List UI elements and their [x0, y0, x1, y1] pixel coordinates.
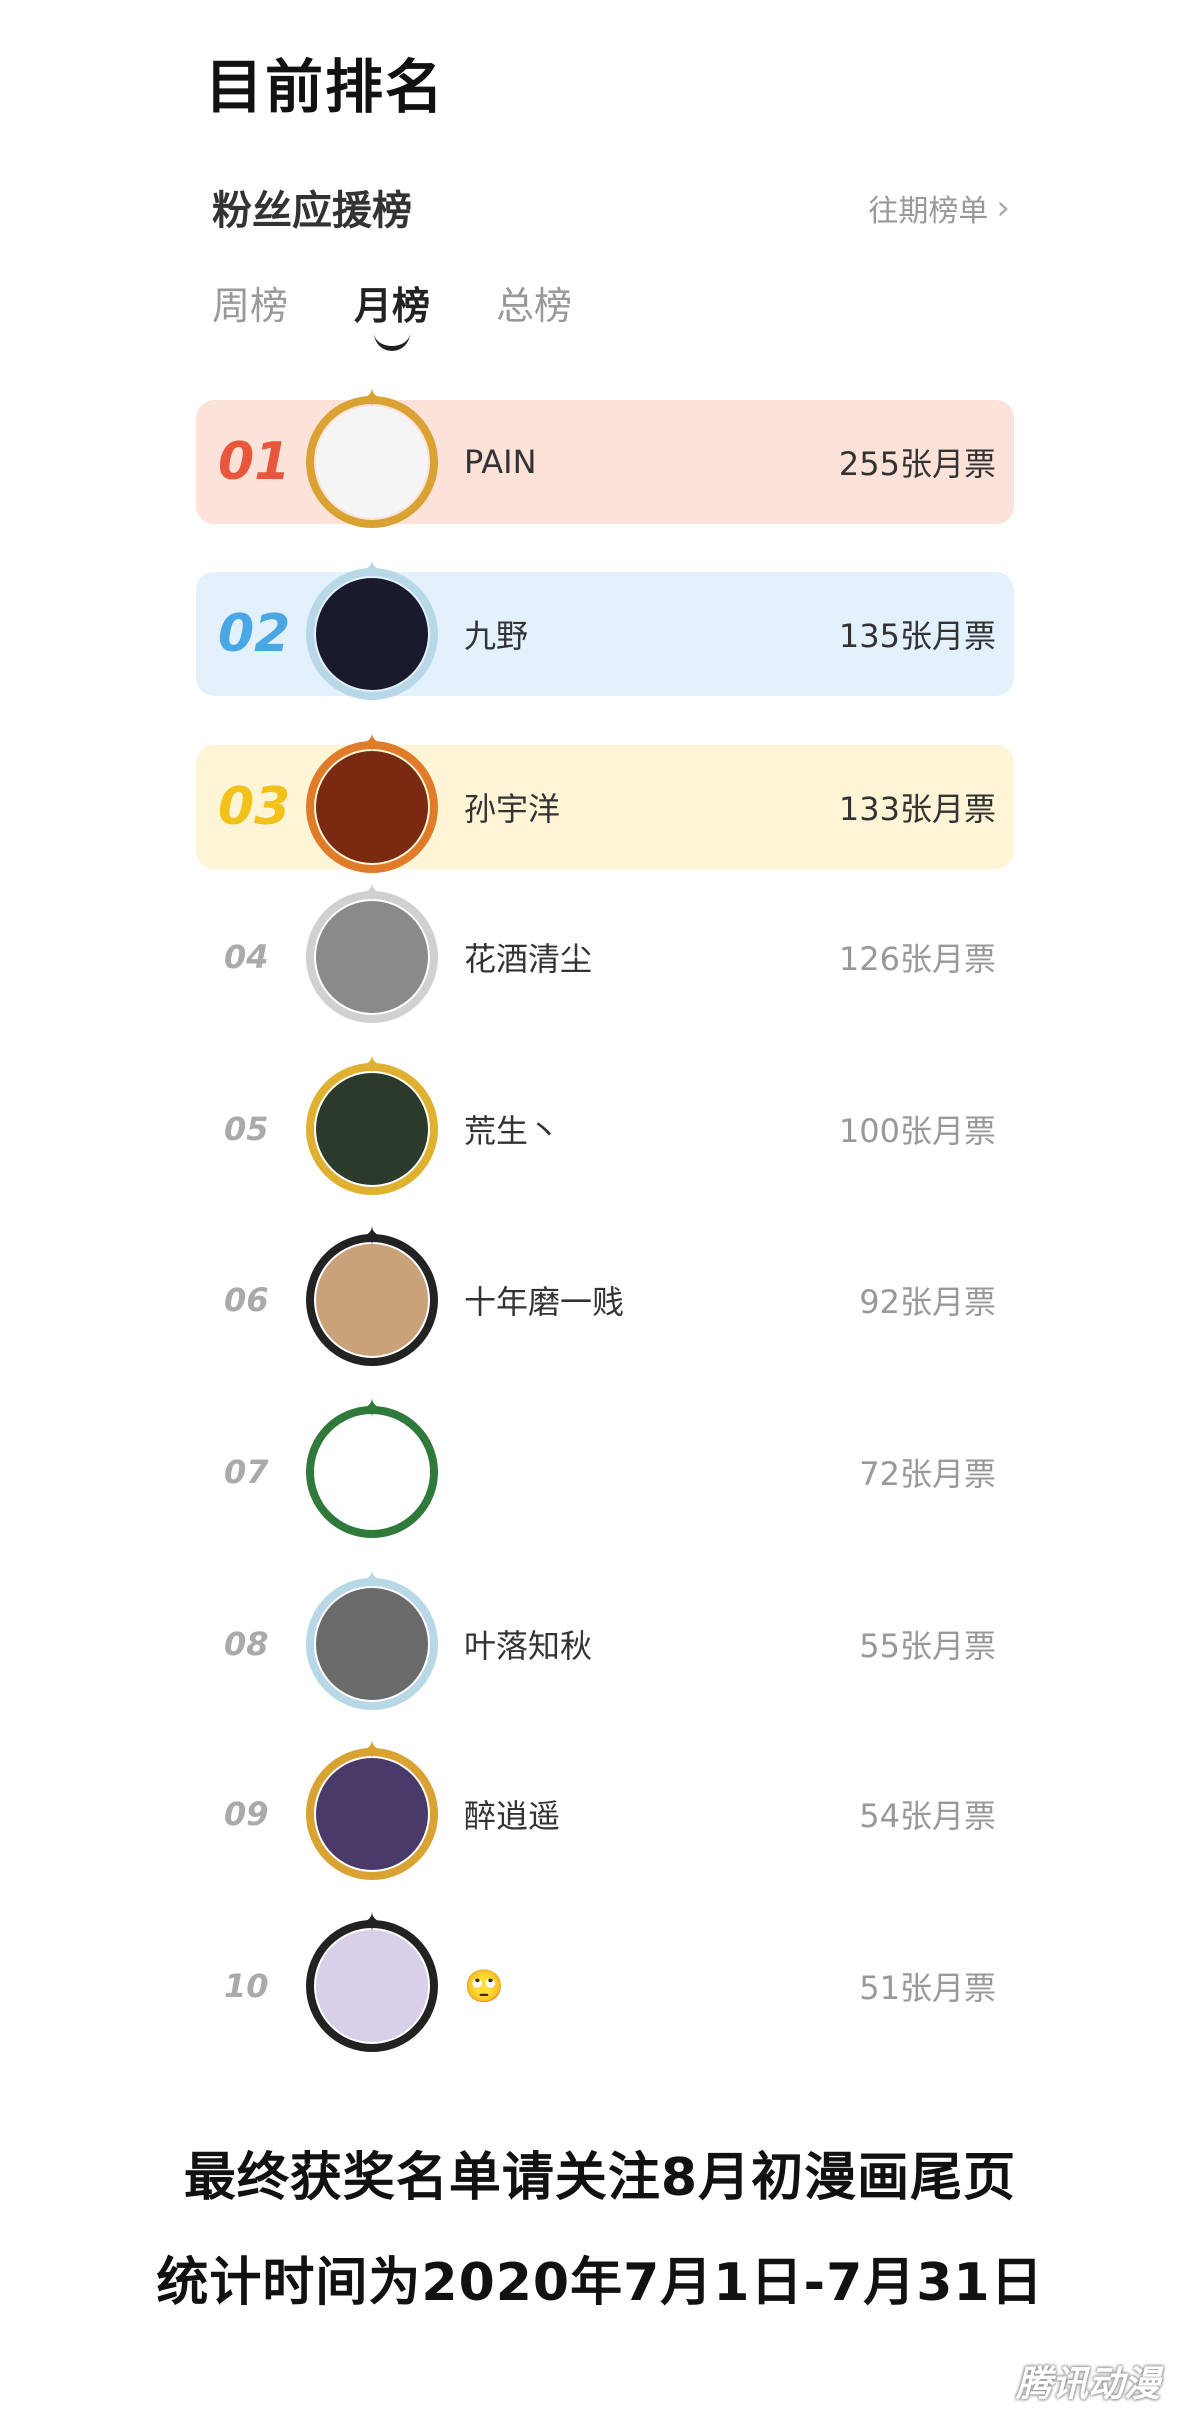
avatar-frame	[306, 1920, 438, 2052]
rank-number: 09	[224, 1795, 269, 1833]
avatar[interactable]: ✦	[306, 384, 438, 528]
footer-line-1: 最终获奖名单请关注8月初漫画尾页	[183, 2148, 1017, 2208]
ranking-row[interactable]: 07 ✦ 72张月票	[196, 1394, 1014, 1538]
vote-count: 133张月票	[838, 790, 996, 828]
avatar[interactable]: ✦	[306, 1222, 438, 1366]
ranking-row[interactable]: 10 ✦ 🙄 51张月票	[196, 1908, 1014, 2052]
vote-count: 54张月票	[859, 1797, 996, 1835]
rank-number: 10	[224, 1967, 269, 2005]
rank-number: 07	[224, 1453, 269, 1491]
history-link-label: 往期榜单	[868, 194, 989, 229]
avatar[interactable]: ✦	[306, 556, 438, 700]
ranking-row[interactable]: 02 ✦ 九野 135张月票	[196, 556, 1014, 700]
avatar-frame	[306, 741, 438, 873]
footer-line-2: 统计时间为2020年7月1日-7月31日	[156, 2253, 1044, 2313]
vote-count: 92张月票	[859, 1283, 996, 1321]
avatar[interactable]: ✦	[306, 1736, 438, 1880]
watermark-logo: 腾讯动漫	[1015, 2364, 1160, 2405]
ranking-row[interactable]: 04 ✦ 花酒清尘 126张月票	[196, 879, 1014, 1023]
rank-number: 02	[218, 604, 291, 664]
ranking-row[interactable]: 01 ✦ PAIN 255张月票	[196, 384, 1014, 528]
vote-count: 55张月票	[859, 1627, 996, 1665]
ranking-row[interactable]: 08 ✦ 叶落知秋 55张月票	[196, 1566, 1014, 1710]
rank-number: 08	[224, 1625, 269, 1663]
star-icon: ✦	[361, 879, 383, 909]
fan-name: 九野	[464, 617, 529, 655]
page-heading: 目前排名	[205, 53, 446, 121]
star-icon: ✦	[361, 556, 383, 586]
avatar[interactable]: ✦	[306, 1394, 438, 1538]
fan-name: 孙宇洋	[464, 790, 561, 828]
board-title: 粉丝应援榜	[212, 188, 412, 234]
star-icon: ✦	[361, 1394, 383, 1424]
avatar-frame	[306, 891, 438, 1023]
fan-name: 醉逍遥	[464, 1797, 561, 1835]
avatar-frame	[306, 568, 438, 700]
ranking-row[interactable]: 05 ✦ 荒生丶 100张月票	[196, 1051, 1014, 1195]
star-icon: ✦	[361, 1908, 383, 1938]
vote-count: 126张月票	[838, 940, 996, 978]
tab-weekly[interactable]: 周榜	[212, 275, 288, 330]
avatar-frame	[306, 1406, 438, 1538]
avatar[interactable]: ✦	[306, 879, 438, 1023]
fan-name: PAIN	[464, 443, 537, 481]
avatar-frame	[306, 1748, 438, 1880]
avatar[interactable]: ✦	[306, 1051, 438, 1195]
star-icon: ✦	[361, 1222, 383, 1252]
ranking-row[interactable]: 06 ✦ 十年磨一贱 92张月票	[196, 1222, 1014, 1366]
fan-name: 花酒清尘	[464, 940, 593, 978]
fan-name: 荒生丶	[464, 1112, 561, 1150]
tab-monthly[interactable]: 月榜	[354, 275, 430, 351]
fan-name: 叶落知秋	[464, 1627, 593, 1665]
rank-number: 01	[218, 432, 291, 492]
avatar-frame	[306, 396, 438, 528]
fan-name: 十年磨一贱	[464, 1283, 625, 1321]
star-icon: ✦	[361, 729, 383, 759]
chevron-right-icon: ›	[996, 188, 1010, 228]
avatar-frame	[306, 1234, 438, 1366]
rank-number: 04	[224, 938, 269, 976]
vote-count: 255张月票	[838, 445, 996, 483]
ranking-row[interactable]: 09 ✦ 醉逍遥 54张月票	[196, 1736, 1014, 1880]
vote-count: 100张月票	[838, 1112, 996, 1150]
rank-number: 05	[224, 1110, 269, 1148]
vote-count: 72张月票	[859, 1455, 996, 1493]
fan-name: 🙄	[464, 1967, 504, 2005]
star-icon: ✦	[361, 1051, 383, 1081]
avatar[interactable]: ✦	[306, 729, 438, 873]
rank-number: 03	[218, 777, 291, 837]
avatar-frame	[306, 1063, 438, 1195]
star-icon: ✦	[361, 1566, 383, 1596]
star-icon: ✦	[361, 384, 383, 414]
history-link[interactable]: 往期榜单 ›	[868, 186, 1010, 230]
star-icon: ✦	[361, 1736, 383, 1766]
tab-bar: 周榜 月榜 总榜	[212, 275, 572, 351]
vote-count: 135张月票	[838, 617, 996, 655]
ranking-row[interactable]: 03 ✦ 孙宇洋 133张月票	[196, 729, 1014, 873]
vote-count: 51张月票	[859, 1969, 996, 2007]
avatar[interactable]: ✦	[306, 1908, 438, 2052]
active-tab-indicator	[374, 330, 411, 351]
avatar-frame	[306, 1578, 438, 1710]
avatar[interactable]: ✦	[306, 1566, 438, 1710]
tab-total[interactable]: 总榜	[496, 275, 572, 330]
rank-number: 06	[224, 1281, 269, 1319]
